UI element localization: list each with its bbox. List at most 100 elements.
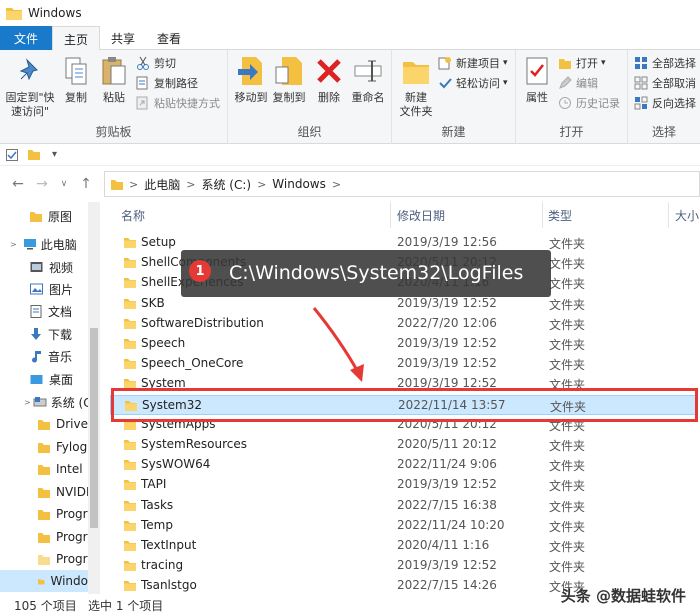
file-modified-date: 2019/3/19 12:52 [397,336,497,350]
nav-item-program-data[interactable]: Progr [38,548,88,570]
easy-access-button[interactable]: 轻松访问 ▾ [438,74,508,92]
nav-item-pictures[interactable]: 图片 [30,278,73,300]
forward-arrow-icon[interactable]: → [32,174,52,194]
table-row[interactable]: SystemResources 2020/5/11 20:12 文件夹 [110,435,696,455]
file-type: 文件夹 [549,560,586,575]
nav-item-nvidia[interactable]: NVIDI [38,481,90,503]
nav-item-music[interactable]: 音乐 [30,345,72,367]
nav-pane-scrollbar[interactable] [88,202,100,594]
open-button[interactable]: 打开 ▾ [558,54,606,72]
nav-item-fylog[interactable]: Fylog [38,436,87,458]
copy-label: 复制 [65,91,87,104]
tab-file[interactable]: 文件 [0,26,52,50]
table-row[interactable]: TAPI 2019/3/19 12:52 文件夹 [110,475,696,495]
table-row[interactable]: Speech_OneCore 2019/3/19 12:52 文件夹 [110,354,696,374]
properties-button[interactable]: 属性 [520,54,554,105]
column-header-size[interactable]: 大小 [675,202,699,228]
recent-locations-chevron-icon[interactable]: ∨ [54,174,74,194]
nav-item-driver[interactable]: Driver [38,413,93,435]
paste-shortcut-button[interactable]: 粘贴快捷方式 [136,94,220,112]
back-arrow-icon[interactable]: ← [8,174,28,194]
select-all-icon [635,57,647,69]
file-modified-date: 2022/7/15 14:26 [397,578,497,593]
nav-item-desktop[interactable]: 桌面 [30,368,73,390]
breadcrumb-this-pc[interactable]: 此电脑 [144,176,180,193]
nav-item-program-files-x86[interactable]: Progr [38,526,88,548]
nav-item-yuantu[interactable]: 原图 [30,205,72,227]
new-folder-icon [403,62,429,84]
nav-pane-scrollbar-thumb[interactable] [90,328,98,528]
copy-button[interactable]: 复制 [60,54,92,105]
history-button[interactable]: 历史记录 [558,94,620,112]
column-header-type[interactable]: 类型 [548,202,572,228]
copy-to-button[interactable]: 复制到 [270,54,308,105]
select-none-button[interactable]: 全部取消 [634,74,696,92]
file-type: 文件夹 [549,439,586,453]
nav-item-intel[interactable]: Intel [38,458,83,480]
folder-icon [124,541,136,551]
invert-selection-button[interactable]: 反向选择 [634,94,696,112]
callout-path-text: C:\Windows\System32\LogFiles [229,262,524,284]
navigation-pane: 原图 > 此电脑 视频 图片 文档 下载 音乐 桌面 > 系统 (C Driver … [0,202,100,594]
cut-button[interactable]: 剪切 [136,54,176,72]
tab-view[interactable]: 查看 [146,26,192,50]
column-header-date[interactable]: 修改日期 [397,202,445,228]
move-to-button[interactable]: 移动到 [232,54,270,105]
tab-share[interactable]: 共享 [100,26,146,50]
open-group-label: 打开 [559,125,584,139]
table-row[interactable]: SoftwareDistribution 2022/7/20 12:06 文件夹 [110,314,696,334]
nav-item-system-c[interactable]: > 系统 (C [24,391,92,413]
rename-button[interactable]: 重命名 [348,54,388,105]
nav-item-downloads[interactable]: 下载 [30,323,72,345]
delete-button[interactable]: 删除 [314,54,344,105]
expand-chevron-icon[interactable]: > [10,240,17,249]
folder-icon [124,561,136,572]
pin-quick-access-button[interactable]: 固定到"快速访问" [4,54,56,119]
table-row[interactable]: tracing 2019/3/19 12:52 文件夹 [110,556,696,576]
breadcrumb-windows[interactable]: Windows [272,177,326,191]
table-row[interactable]: Speech 2019/3/19 12:52 文件夹 [110,334,696,354]
nav-item-this-pc[interactable]: > 此电脑 [10,233,77,255]
folder-icon [38,532,50,543]
expand-chevron-icon[interactable]: > [24,398,31,407]
breadcrumb-separator-icon[interactable]: > [257,178,266,191]
folder-icon[interactable] [28,149,40,160]
address-bar[interactable]: > 此电脑 > 系统 (C:) > Windows > [104,171,700,197]
step-badge: 1 [189,260,211,282]
table-row[interactable]: TextInput 2020/4/11 1:16 文件夹 [110,536,696,556]
scissors-icon [137,56,149,70]
new-folder-button[interactable]: 新建 文件夹 [396,54,436,119]
up-arrow-icon[interactable]: ↑ [76,174,96,194]
table-row[interactable]: Tasks 2022/7/15 16:38 文件夹 [110,496,696,516]
nav-item-documents[interactable]: 文档 [30,300,72,322]
breadcrumb-separator-icon[interactable]: > [129,178,138,191]
breadcrumb-separator-icon[interactable]: > [332,178,341,191]
file-type: 文件夹 [549,519,586,534]
nav-item-windows[interactable]: Windo [0,570,88,592]
new-item-label: 新建项目 [456,57,500,70]
edit-button[interactable]: 编辑 [558,74,598,92]
file-name: SoftwareDistribution [141,315,264,330]
column-header-name[interactable]: 名称 [121,202,145,228]
file-modified-date: 2022/11/24 9:06 [397,457,497,472]
paste-button[interactable]: 粘贴 [98,54,130,105]
file-modified-date: 2022/7/20 12:06 [397,315,497,330]
breadcrumb-separator-icon[interactable]: > [186,178,195,191]
checkbox-icon[interactable] [6,148,18,161]
column-divider[interactable] [668,202,669,228]
breadcrumb-system-c[interactable]: 系统 (C:) [201,176,251,193]
column-divider[interactable] [542,202,543,228]
nav-item-videos[interactable]: 视频 [30,256,73,278]
open-dropdown-icon: ▾ [601,58,606,68]
table-row[interactable]: Temp 2022/11/24 10:20 文件夹 [110,516,696,536]
new-item-button[interactable]: 新建项目 ▾ [438,54,508,72]
table-row[interactable]: SysWOW64 2022/11/24 9:06 文件夹 [110,455,696,475]
customize-toolbar-icon[interactable]: ▾ [52,149,57,160]
nav-item-program-files[interactable]: Progr [38,503,88,525]
tab-home[interactable]: 主页 [52,26,101,51]
folder-icon [124,298,136,309]
copy-path-button[interactable]: 复制路径 [136,74,198,92]
column-divider[interactable] [390,202,391,228]
select-all-button[interactable]: 全部选择 [634,54,696,72]
properties-label: 属性 [526,91,548,104]
